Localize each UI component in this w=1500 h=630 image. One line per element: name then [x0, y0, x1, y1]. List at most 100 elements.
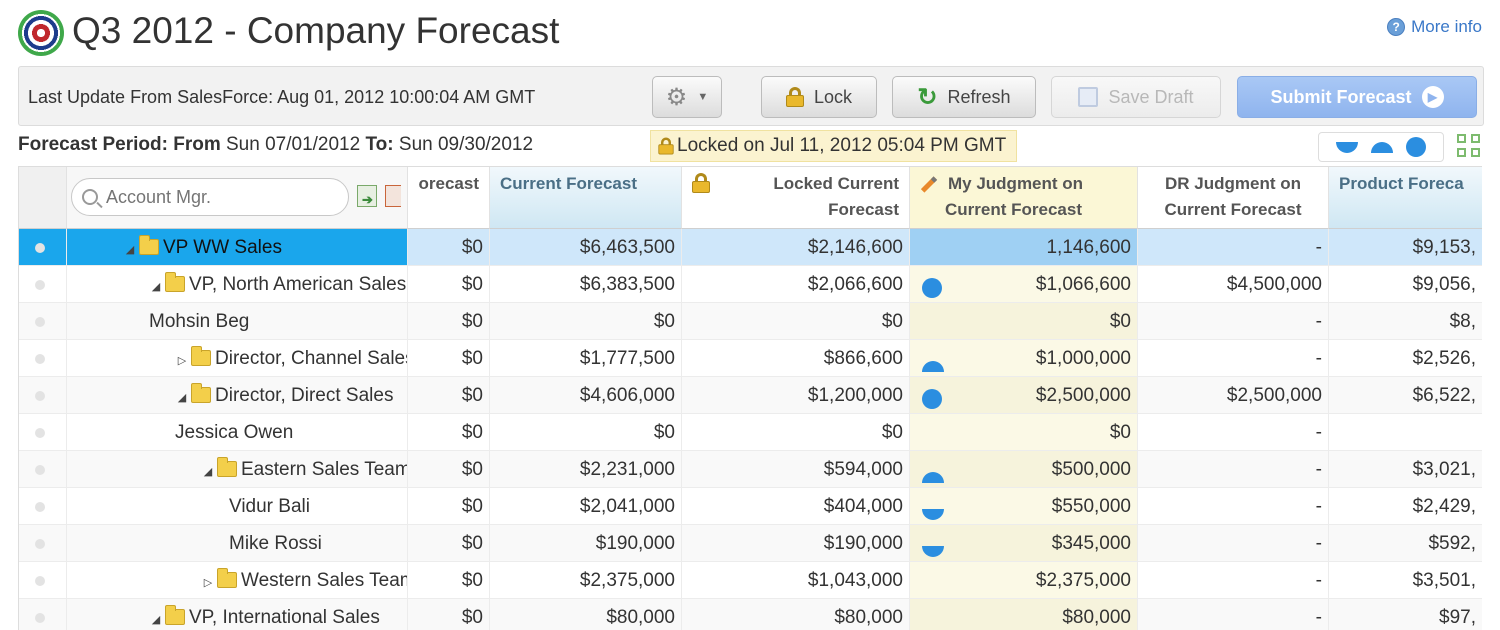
- more-info-link[interactable]: ? More info: [1387, 17, 1482, 37]
- full-circle-icon[interactable]: [1406, 137, 1427, 157]
- row-name-cell[interactable]: ▷ Western Sales Team: [67, 562, 408, 599]
- row-gutter[interactable]: [19, 377, 67, 414]
- expand-icon[interactable]: [1457, 134, 1481, 158]
- account-search-box[interactable]: [71, 178, 349, 216]
- row-gutter[interactable]: [19, 266, 67, 303]
- pin-icon[interactable]: [35, 465, 45, 475]
- folder-icon: [165, 605, 185, 625]
- row-gutter[interactable]: [19, 599, 67, 630]
- row-name: Director, Channel Sales: [215, 348, 408, 369]
- collapse-arrow-icon[interactable]: ◢: [201, 454, 215, 487]
- expand-arrow-icon[interactable]: ▷: [175, 343, 189, 376]
- settings-menu-button[interactable]: ⚙ ▼: [652, 76, 722, 118]
- row-gutter[interactable]: [19, 488, 67, 525]
- row-name: Eastern Sales Team: [241, 459, 408, 480]
- refresh-button[interactable]: ↻ Refresh: [892, 76, 1036, 118]
- table-row[interactable]: ▷ Western Sales Team $0 $2,375,000 $1,043…: [19, 562, 1482, 599]
- cell-product-forecast: $6,522,: [1329, 377, 1482, 414]
- column-header-locked-current-forecast[interactable]: Locked Current Forecast: [682, 167, 910, 229]
- submit-forecast-button[interactable]: Submit Forecast ▶: [1237, 76, 1477, 118]
- period-from-value: Sun 07/01/2012: [226, 134, 361, 155]
- forecast-grid: orecast Current Forecast Locked Current …: [18, 166, 1482, 630]
- row-name-cell[interactable]: Mohsin Beg: [67, 303, 408, 340]
- cell-my-judgment[interactable]: $2,375,000: [910, 562, 1138, 599]
- row-name-cell[interactable]: ◢ Eastern Sales Team: [67, 451, 408, 488]
- column-header-product-forecast[interactable]: Product Foreca: [1329, 167, 1482, 229]
- cell-forecast: $0: [408, 340, 490, 377]
- cell-my-judgment[interactable]: $1,000,000: [910, 340, 1138, 377]
- row-name: Jessica Owen: [175, 422, 294, 443]
- row-name-cell[interactable]: ◢ Director, Direct Sales: [67, 377, 408, 414]
- row-name-cell[interactable]: Vidur Bali: [67, 488, 408, 525]
- pencil-icon: [920, 176, 938, 193]
- locked-status-text: Locked on Jul 11, 2012 05:04 PM GMT: [677, 135, 1007, 156]
- table-row[interactable]: ◢ VP WW Sales $0 $6,463,500 $2,146,600 1,…: [19, 229, 1482, 266]
- row-name-cell[interactable]: Jessica Owen: [67, 414, 408, 451]
- column-header-dr-judgment[interactable]: DR Judgment on Current Forecast: [1138, 167, 1329, 229]
- row-name-cell[interactable]: ◢ VP, International Sales: [67, 599, 408, 630]
- collapse-arrow-icon[interactable]: ◢: [175, 380, 189, 413]
- cell-my-judgment[interactable]: $1,066,600: [910, 266, 1138, 303]
- cell-product-forecast: $9,056,: [1329, 266, 1482, 303]
- locked-header-line2: Forecast: [828, 200, 899, 219]
- row-name-cell[interactable]: Mike Rossi: [67, 525, 408, 562]
- row-gutter[interactable]: [19, 229, 67, 266]
- collapse-arrow-icon[interactable]: ◢: [149, 269, 163, 302]
- pin-icon[interactable]: [35, 354, 45, 364]
- row-name-cell[interactable]: ◢ VP, North American Sales: [67, 266, 408, 303]
- cell-my-judgment[interactable]: $500,000: [910, 451, 1138, 488]
- cell-my-judgment[interactable]: $345,000: [910, 525, 1138, 562]
- folder-icon: [191, 346, 211, 366]
- cell-my-judgment[interactable]: $0: [910, 414, 1138, 451]
- account-search-input[interactable]: [106, 186, 326, 208]
- column-header-current-forecast[interactable]: Current Forecast: [490, 167, 682, 229]
- collapse-arrow-icon[interactable]: ◢: [123, 232, 137, 265]
- row-gutter[interactable]: [19, 303, 67, 340]
- column-header-forecast[interactable]: orecast: [408, 167, 490, 229]
- table-row[interactable]: Mohsin Beg $0 $0 $0 $0 - $8,: [19, 303, 1482, 340]
- pin-icon[interactable]: [35, 613, 45, 623]
- save-draft-button[interactable]: Save Draft: [1051, 76, 1221, 118]
- pin-icon[interactable]: [35, 280, 45, 290]
- half-circle-up-icon[interactable]: [1370, 141, 1393, 153]
- table-row[interactable]: ◢ Director, Direct Sales $0 $4,606,000 $1…: [19, 377, 1482, 414]
- half-circle-down-icon[interactable]: [1335, 141, 1358, 153]
- table-row[interactable]: ◢ Eastern Sales Team $0 $2,231,000 $594,0…: [19, 451, 1482, 488]
- table-row[interactable]: ◢ VP, North American Sales $0 $6,383,500 …: [19, 266, 1482, 303]
- folder-icon: [165, 272, 185, 292]
- judgment-header-line1: My Judgment on: [948, 174, 1084, 193]
- pin-icon[interactable]: [35, 428, 45, 438]
- export-pdf-icon[interactable]: [385, 185, 401, 207]
- pin-icon[interactable]: [35, 539, 45, 549]
- cell-my-judgment[interactable]: $0: [910, 303, 1138, 340]
- row-name-cell[interactable]: ◢ VP WW Sales: [67, 229, 408, 266]
- collapse-arrow-icon[interactable]: ◢: [149, 602, 163, 630]
- indicator-view-toggle[interactable]: [1318, 132, 1444, 162]
- table-row[interactable]: Vidur Bali $0 $2,041,000 $404,000 $550,0…: [19, 488, 1482, 525]
- row-gutter[interactable]: [19, 340, 67, 377]
- row-gutter[interactable]: [19, 451, 67, 488]
- column-header-my-judgment[interactable]: My Judgment on Current Forecast: [910, 167, 1138, 229]
- table-row[interactable]: Jessica Owen $0 $0 $0 $0 -: [19, 414, 1482, 451]
- pin-icon[interactable]: [35, 576, 45, 586]
- row-name: Mike Rossi: [229, 533, 322, 554]
- pin-icon[interactable]: [35, 391, 45, 401]
- cell-my-judgment[interactable]: $2,500,000: [910, 377, 1138, 414]
- cell-product-forecast: $3,501,: [1329, 562, 1482, 599]
- table-row[interactable]: ◢ VP, International Sales $0 $80,000 $80,…: [19, 599, 1482, 630]
- cell-my-judgment[interactable]: 1,146,600: [910, 229, 1138, 266]
- table-row[interactable]: ▷ Director, Channel Sales $0 $1,777,500 $…: [19, 340, 1482, 377]
- row-gutter[interactable]: [19, 525, 67, 562]
- pin-icon[interactable]: [35, 317, 45, 327]
- cell-my-judgment[interactable]: $550,000: [910, 488, 1138, 525]
- export-excel-icon[interactable]: [357, 185, 377, 213]
- expand-arrow-icon[interactable]: ▷: [201, 565, 215, 598]
- cell-my-judgment[interactable]: $80,000: [910, 599, 1138, 630]
- pin-icon[interactable]: [35, 243, 45, 253]
- table-row[interactable]: Mike Rossi $0 $190,000 $190,000 $345,000…: [19, 525, 1482, 562]
- pin-icon[interactable]: [35, 502, 45, 512]
- row-gutter[interactable]: [19, 562, 67, 599]
- row-gutter[interactable]: [19, 414, 67, 451]
- row-name-cell[interactable]: ▷ Director, Channel Sales: [67, 340, 408, 377]
- lock-button[interactable]: Lock: [761, 76, 877, 118]
